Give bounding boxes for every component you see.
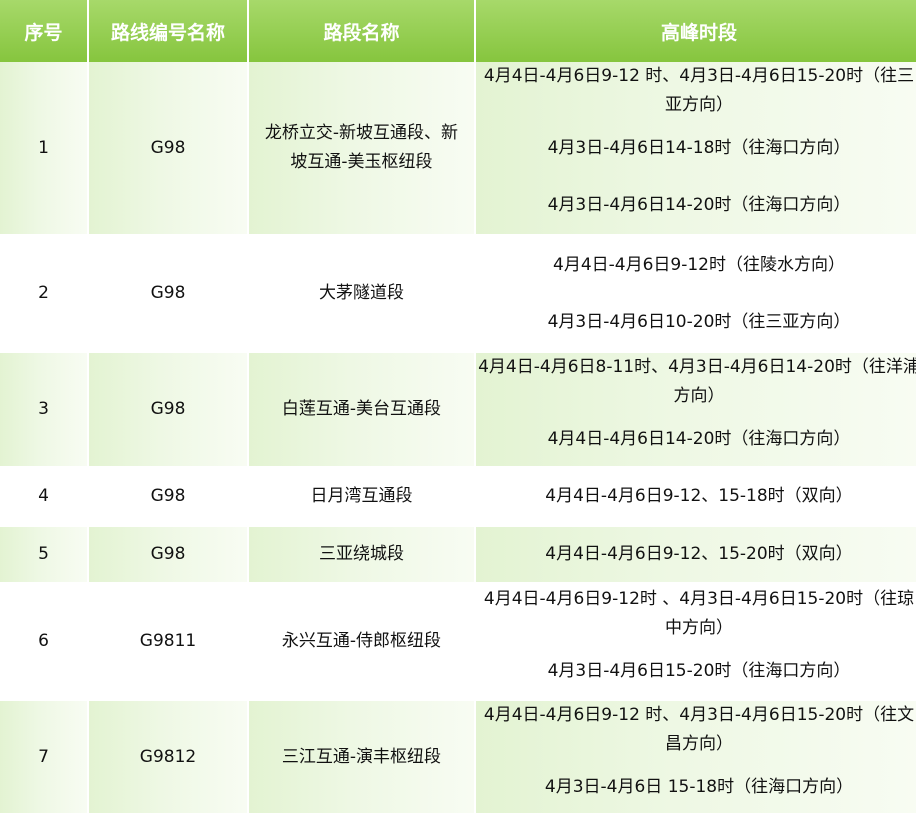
cell-route: G9812 <box>89 701 247 813</box>
table-header-row: 序号 路线编号名称 路段名称 高峰时段 <box>0 0 916 62</box>
cell-peak-period: 4月4日-4月6日9-12、15-20时（双向） <box>476 527 916 582</box>
table-row: 6 G9811 永兴互通-侍郎枢纽段 4月4日-4月6日9-12时 、4月3日-… <box>0 585 916 698</box>
cell-peak-period: 4月4日-4月6日9-12、15-18时（双向） <box>476 469 916 524</box>
cell-peak-period: 4月4日-4月6日8-11时、4月3日-4月6日14-20时（往洋浦方向） 4月… <box>476 353 916 466</box>
cell-seq: 5 <box>0 527 87 582</box>
cell-route: G98 <box>89 469 247 524</box>
period-text: 4月3日-4月6日15-20时（往海口方向） <box>547 661 851 681</box>
period-text: 4月3日-4月6日 15-18时（往海口方向） <box>544 777 854 797</box>
cell-seq: 6 <box>0 585 87 698</box>
period-text: 4月4日-4月6日14-20时（往海口方向） <box>547 429 851 449</box>
cell-seq: 7 <box>0 701 87 813</box>
period-text: 4月4日-4月6日9-12 时、4月3日-4月6日15-20时（往文昌方向） <box>483 705 915 754</box>
period-text: 4月4日-4月6日8-11时、4月3日-4月6日14-20时（往洋浦方向） <box>478 357 916 406</box>
table-row: 3 G98 白莲互通-美台互通段 4月4日-4月6日8-11时、4月3日-4月6… <box>0 353 916 466</box>
header-seq: 序号 <box>0 0 87 62</box>
header-peak-period: 高峰时段 <box>476 0 916 62</box>
peak-hours-table: 序号 路线编号名称 路段名称 高峰时段 1 G98 龙桥立交-新坡互通段、新坡互… <box>0 0 916 813</box>
cell-route: G9811 <box>89 585 247 698</box>
period-text: 4月3日-4月6日14-20时（往海口方向） <box>547 195 851 215</box>
table-row: 7 G9812 三江互通-演丰枢纽段 4月4日-4月6日9-12 时、4月3日-… <box>0 701 916 813</box>
period-text: 4月4日-4月6日9-12时 、4月3日-4月6日15-20时（往琼中方向） <box>483 589 915 638</box>
table-row: 5 G98 三亚绕城段 4月4日-4月6日9-12、15-20时（双向） <box>0 527 916 582</box>
period-text: 4月3日-4月6日14-18时（往海口方向） <box>547 138 851 158</box>
cell-section: 三江互通-演丰枢纽段 <box>249 701 474 813</box>
cell-peak-period: 4月4日-4月6日9-12 时、4月3日-4月6日15-20时（往文昌方向） 4… <box>476 701 916 813</box>
period-text: 4月3日-4月6日10-20时（往三亚方向） <box>547 312 851 332</box>
cell-section: 日月湾互通段 <box>249 469 474 524</box>
cell-seq: 1 <box>0 62 87 234</box>
cell-section: 三亚绕城段 <box>249 527 474 582</box>
period-text: 4月4日-4月6日9-12时（往陵水方向） <box>553 255 845 275</box>
cell-section: 白莲互通-美台互通段 <box>249 353 474 466</box>
header-route: 路线编号名称 <box>89 0 247 62</box>
cell-seq: 2 <box>0 237 87 350</box>
cell-route: G98 <box>89 62 247 234</box>
cell-seq: 3 <box>0 353 87 466</box>
cell-route: G98 <box>89 237 247 350</box>
header-section: 路段名称 <box>249 0 474 62</box>
cell-peak-period: 4月4日-4月6日9-12 时、4月3日-4月6日15-20时（往三亚方向） 4… <box>476 62 916 234</box>
table-row: 2 G98 大茅隧道段 4月4日-4月6日9-12时（往陵水方向） 4月3日-4… <box>0 237 916 350</box>
period-text: 4月4日-4月6日9-12 时、4月3日-4月6日15-20时（往三亚方向） <box>483 66 915 115</box>
cell-section: 龙桥立交-新坡互通段、新坡互通-美玉枢纽段 <box>249 62 474 234</box>
cell-seq: 4 <box>0 469 87 524</box>
cell-section: 永兴互通-侍郎枢纽段 <box>249 585 474 698</box>
cell-route: G98 <box>89 353 247 466</box>
cell-peak-period: 4月4日-4月6日9-12时 、4月3日-4月6日15-20时（往琼中方向） 4… <box>476 585 916 698</box>
cell-section: 大茅隧道段 <box>249 237 474 350</box>
table-row: 1 G98 龙桥立交-新坡互通段、新坡互通-美玉枢纽段 4月4日-4月6日9-1… <box>0 62 916 234</box>
cell-route: G98 <box>89 527 247 582</box>
cell-peak-period: 4月4日-4月6日9-12时（往陵水方向） 4月3日-4月6日10-20时（往三… <box>476 237 916 350</box>
table-row: 4 G98 日月湾互通段 4月4日-4月6日9-12、15-18时（双向） <box>0 469 916 524</box>
